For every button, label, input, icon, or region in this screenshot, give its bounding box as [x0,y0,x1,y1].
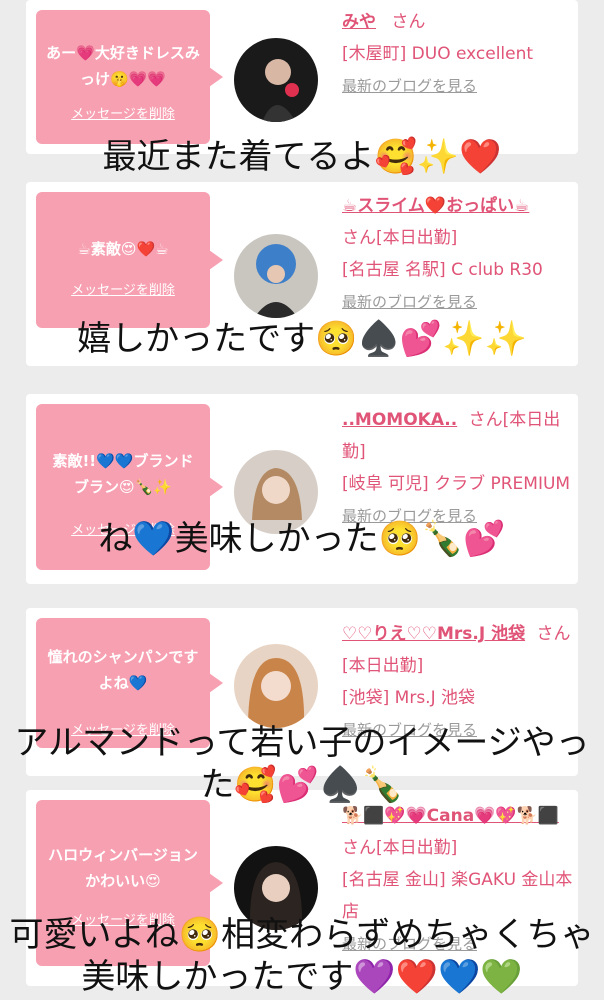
gift-message-card: ☕素敵😍❤️☕ メッセージを削除 ☕スライム❤️おっぱい☕ さん[本日出勤] [… [26,182,578,366]
gift-message-card: ハロウィンバージョンかわいい😍 メッセージを削除 🐕⬛💖💗Cana💗💖🐕⬛ さん… [26,790,578,986]
message-text: 憧れのシャンパンですよね💙 [47,648,199,692]
honorific: さん [391,12,426,32]
delete-message-link[interactable]: メッセージを削除 [36,103,210,122]
gift-message-card: あー💗大好きドレスみっけ🤫💗💗 メッセージを削除 みや さん [木屋町] DUO… [26,0,578,154]
delete-message-link[interactable]: メッセージを削除 [36,279,210,298]
delete-message-link[interactable]: メッセージを削除 [36,719,210,738]
cast-info: みや さん [木屋町] DUO excellent 最新のブログを見る [342,6,578,102]
avatar[interactable] [234,38,318,122]
cast-name-link[interactable]: 🐕⬛💖💗Cana💗💖🐕⬛ [342,806,559,826]
avatar[interactable] [234,234,318,318]
message-text: ハロウィンバージョンかわいい😍 [48,846,198,890]
avatar-photo [234,38,318,122]
avatar[interactable] [234,846,318,930]
message-bubble: 素敵!!💙💙ブランドブラン😍🍾✨ メッセージを削除 [36,404,223,570]
cast-info: ..MOMOKA.. さん[本日出勤] [岐阜 可児] クラブ PREMIUM … [342,404,578,532]
honorific: さん[本日出勤] [342,228,458,248]
avatar-photo [234,450,318,534]
latest-blog-link[interactable]: 最新のブログを見る [342,714,578,746]
avatar[interactable] [234,450,318,534]
message-text: 素敵!!💙💙ブランドブラン😍🍾✨ [52,452,194,496]
latest-blog-link[interactable]: 最新のブログを見る [342,70,578,102]
avatar-photo [234,234,318,318]
gift-message-card: 素敵!!💙💙ブランドブラン😍🍾✨ メッセージを削除 ..MOMOKA.. さん[… [26,394,578,584]
shop-info: [名古屋 名駅] C club R30 [342,260,543,280]
honorific: さん[本日出勤] [342,838,458,858]
message-bubble: ☕素敵😍❤️☕ メッセージを削除 [36,192,223,328]
cast-name-link[interactable]: ..MOMOKA.. [342,410,457,430]
avatar[interactable] [234,644,318,728]
message-text: あー💗大好きドレスみっけ🤫💗💗 [46,44,200,88]
delete-message-link[interactable]: メッセージを削除 [36,519,210,538]
cast-info: ♡♡りえ♡♡Mrs.J 池袋 さん[本日出勤] [池袋] Mrs.J 池袋 最新… [342,618,578,746]
message-bubble: 憧れのシャンパンですよね💙 メッセージを削除 [36,618,223,748]
shop-info: [池袋] Mrs.J 池袋 [342,688,476,708]
delete-message-link[interactable]: メッセージを削除 [36,909,210,928]
latest-blog-link[interactable]: 最新のブログを見る [342,928,578,960]
latest-blog-link[interactable]: 最新のブログを見る [342,286,578,318]
cast-name-link[interactable]: みや [342,12,376,32]
shop-info: [木屋町] DUO excellent [342,44,534,64]
shop-info: [名古屋 金山] 楽GAKU 金山本店 [342,870,573,922]
avatar-photo [234,846,318,930]
avatar-photo [234,644,318,728]
message-bubble: あー💗大好きドレスみっけ🤫💗💗 メッセージを削除 [36,10,223,144]
cast-name-link[interactable]: ♡♡りえ♡♡Mrs.J 池袋 [342,624,525,644]
shop-info: [岐阜 可児] クラブ PREMIUM [342,474,571,494]
cast-info: ☕スライム❤️おっぱい☕ さん[本日出勤] [名古屋 名駅] C club R3… [342,190,578,318]
cast-info: 🐕⬛💖💗Cana💗💖🐕⬛ さん[本日出勤] [名古屋 金山] 楽GAKU 金山本… [342,800,578,960]
message-text: ☕素敵😍❤️☕ [77,240,169,258]
latest-blog-link[interactable]: 最新のブログを見る [342,500,578,532]
gift-message-card: 憧れのシャンパンですよね💙 メッセージを削除 ♡♡りえ♡♡Mrs.J 池袋 さん… [26,608,578,776]
message-bubble: ハロウィンバージョンかわいい😍 メッセージを削除 [36,800,223,966]
cast-name-link[interactable]: ☕スライム❤️おっぱい☕ [342,196,529,216]
